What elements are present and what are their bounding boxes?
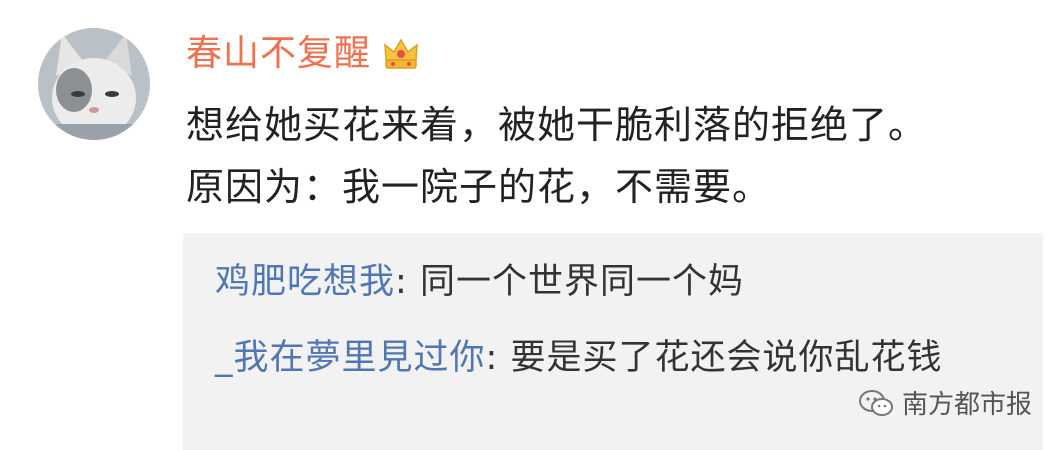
watermark: 南方都市报 [858, 384, 1032, 421]
reply-author[interactable]: _我在夢里見过你 [215, 338, 486, 378]
reply-text: 要是买了花还会说你乱花钱 [510, 338, 943, 378]
reply-item: 鸡肥吃想我: 同一个世界同一个妈 [215, 253, 1015, 311]
post-line-2: 原因为：我一院子的花，不需要。 [186, 165, 772, 209]
reply-text: 同一个世界同一个妈 [419, 262, 744, 302]
avatar[interactable] [38, 28, 150, 140]
username[interactable]: 春山不复醒 [186, 30, 371, 78]
reply-author[interactable]: 鸡肥吃想我 [215, 262, 395, 302]
post-content: 想给她买花来着，被她干脆利落的拒绝了。 原因为：我一院子的花，不需要。 [186, 94, 1046, 218]
watermark-text: 南方都市报 [902, 390, 1033, 420]
crown-icon [381, 34, 421, 74]
post-line-1: 想给她买花来着，被她干脆利落的拒绝了。 [186, 103, 928, 147]
user-header: 春山不复醒 [186, 30, 421, 78]
reply-separator: : [395, 262, 420, 302]
reply-item: _我在夢里見过你: 要是买了花还会说你乱花钱 [215, 329, 1015, 387]
reply-separator: : [485, 338, 511, 378]
wechat-icon [859, 389, 893, 416]
